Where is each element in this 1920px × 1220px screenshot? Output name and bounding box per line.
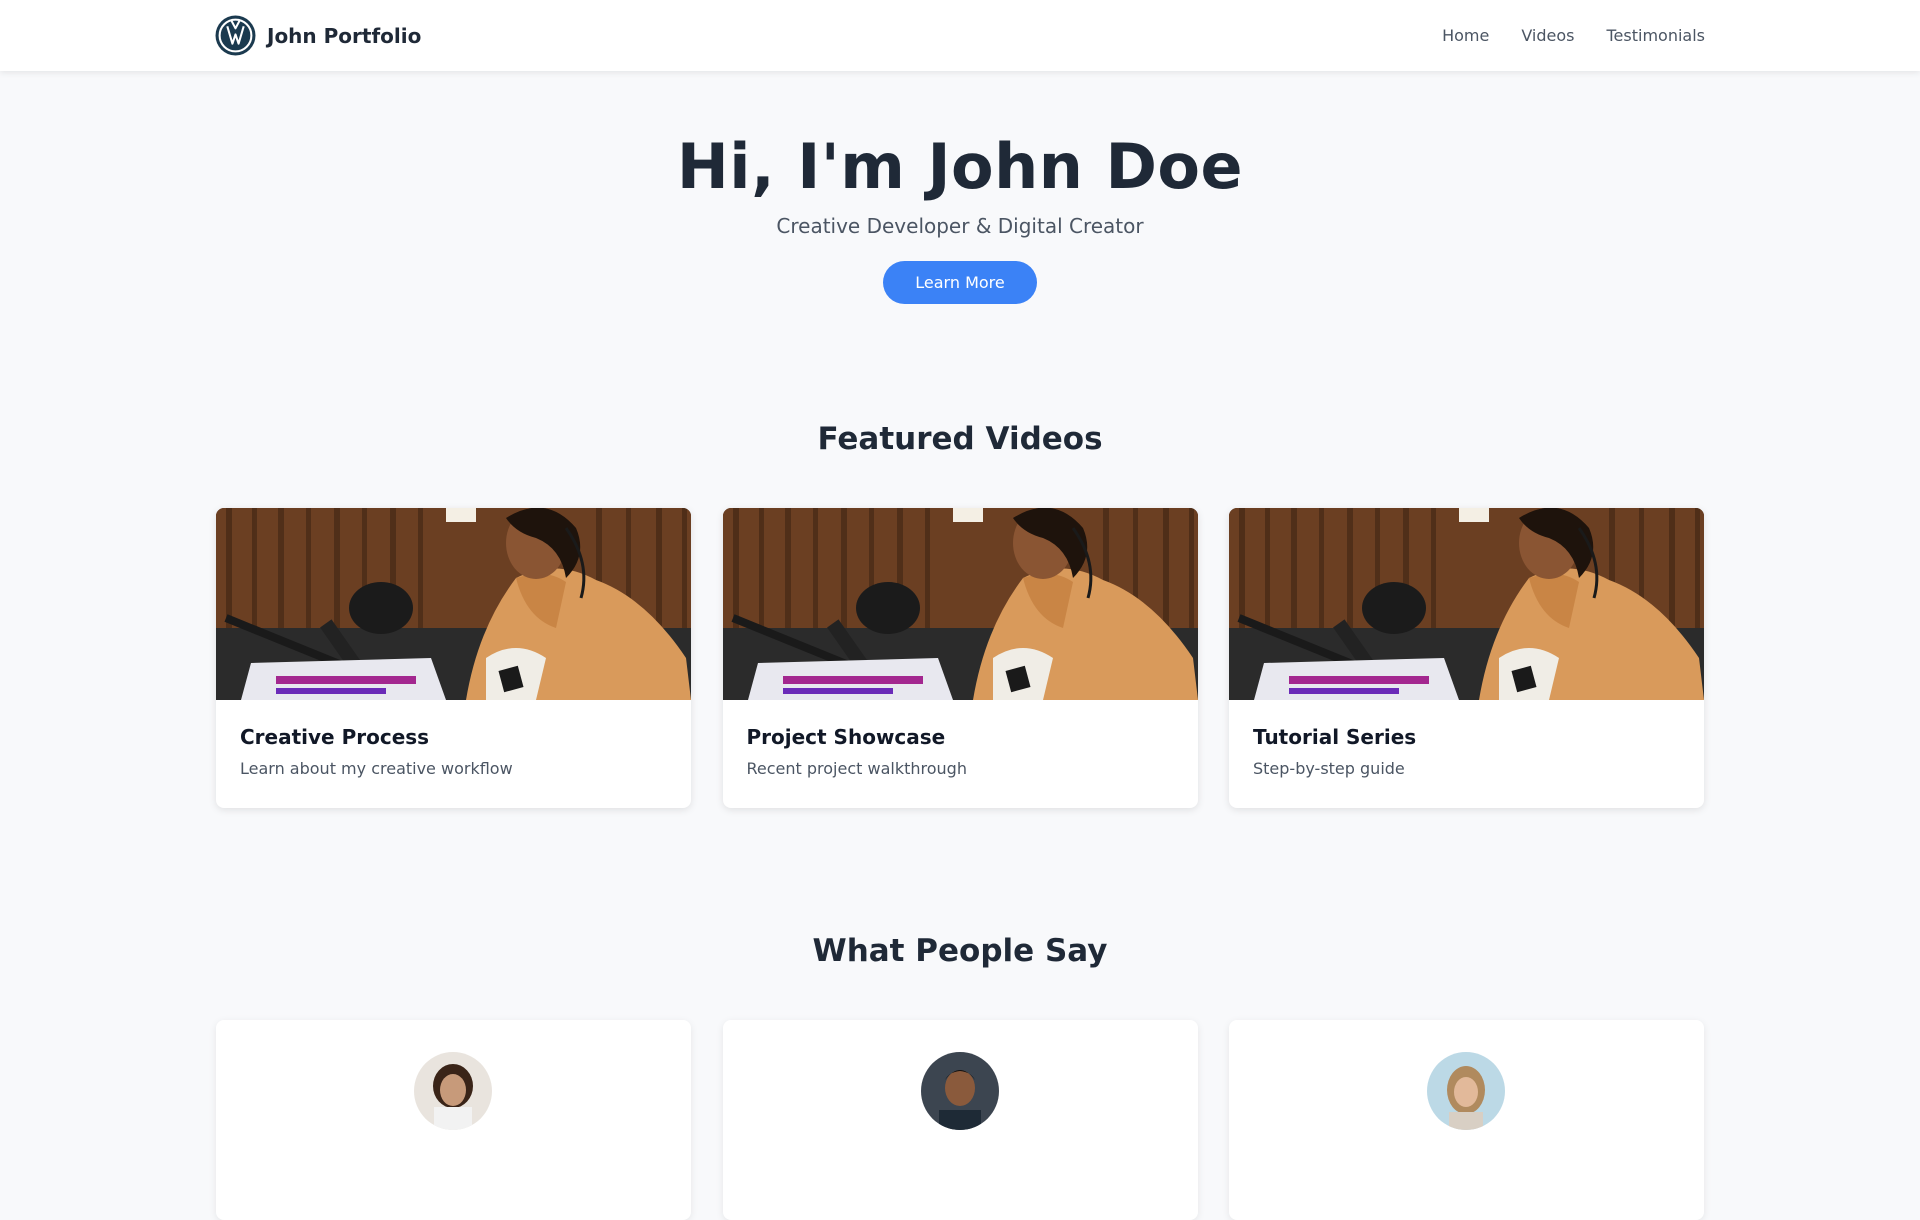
videos-heading: Featured Videos [817,421,1103,457]
hero-section: Hi, I'm John Doe Creative Developer & Di… [0,71,1920,304]
video-card-list: Creative Process Learn about my creative… [216,508,1704,808]
video-card[interactable]: Project Showcase Recent project walkthro… [722,508,1198,808]
testimonial-card [722,1020,1198,1220]
nav-links: Home Videos Testimonials [1442,26,1705,45]
video-thumbnail [216,508,691,700]
testimonial-card [216,1020,691,1220]
nav-link-videos[interactable]: Videos [1521,26,1574,45]
brand-name: John Portfolio [267,23,422,48]
testimonial-card-list [216,1020,1704,1220]
video-card-body: Project Showcase Recent project walkthro… [723,700,1198,779]
video-description: Recent project walkthrough [746,759,967,778]
video-description: Step-by-step guide [1253,759,1405,778]
video-title: Creative Process [240,725,430,749]
avatar [414,1052,492,1130]
video-card-body: Tutorial Series Step-by-step guide [1229,700,1704,779]
navbar-inner: John Portfolio Home Videos Testimonials [215,0,1705,71]
nav-link-testimonials[interactable]: Testimonials [1607,26,1706,45]
video-description: Learn about my creative workflow [240,759,513,778]
hero-title: Hi, I'm John Doe [676,130,1244,203]
video-card[interactable]: Creative Process Learn about my creative… [216,508,691,808]
avatar [920,1052,999,1130]
video-title: Project Showcase [746,725,946,749]
testimonial-card [1229,1020,1704,1220]
video-thumbnail [723,508,1198,700]
hero-subtitle: Creative Developer & Digital Creator [776,214,1144,238]
nav-link-home[interactable]: Home [1442,26,1489,45]
video-thumbnail [1229,508,1704,700]
learn-more-button[interactable]: Learn More [883,261,1037,304]
video-card[interactable]: Tutorial Series Step-by-step guide [1229,508,1704,808]
video-title: Tutorial Series [1253,725,1417,749]
testimonials-heading: What People Say [812,933,1108,969]
vw-logo-icon [215,15,256,56]
brand-link[interactable]: John Portfolio [215,15,421,56]
avatar [1427,1052,1505,1130]
navbar: John Portfolio Home Videos Testimonials [0,0,1920,71]
video-card-body: Creative Process Learn about my creative… [216,700,691,779]
